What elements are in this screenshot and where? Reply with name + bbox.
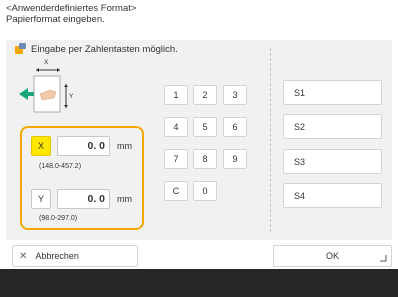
hint-text: Eingabe per Zahlentasten möglich. bbox=[31, 43, 178, 55]
key-9[interactable]: 9 bbox=[223, 149, 247, 169]
diagram-x-label: X bbox=[44, 59, 49, 66]
corner-arrow-icon bbox=[380, 254, 387, 264]
close-icon: ✕ bbox=[19, 250, 28, 262]
instruction-text: Papierformat eingeben. bbox=[6, 14, 105, 25]
hint-row: Eingabe per Zahlentasten möglich. bbox=[14, 43, 178, 55]
x-axis-button[interactable]: X bbox=[31, 136, 51, 156]
preset-s3-button[interactable]: S3 bbox=[283, 149, 382, 174]
panel-divider bbox=[270, 48, 271, 232]
y-value-field[interactable]: 0. 0 bbox=[57, 189, 110, 209]
preset-s1-button[interactable]: S1 bbox=[283, 80, 382, 105]
ok-label: OK bbox=[325, 251, 339, 261]
preset-s4-button[interactable]: S4 bbox=[283, 183, 382, 208]
key-2[interactable]: 2 bbox=[193, 85, 217, 105]
y-unit-label: mm bbox=[117, 194, 132, 204]
cancel-label: Abbrechen bbox=[35, 251, 79, 261]
y-axis-button[interactable]: Y bbox=[31, 189, 51, 209]
key-6[interactable]: 6 bbox=[223, 117, 247, 137]
format-title: <Anwenderdefiniertes Format> bbox=[6, 3, 137, 14]
x-value-field[interactable]: 0. 0 bbox=[57, 136, 110, 156]
cancel-button[interactable]: ✕ Abbrechen bbox=[12, 245, 138, 267]
key-1[interactable]: 1 bbox=[164, 85, 188, 105]
key-8[interactable]: 8 bbox=[193, 149, 217, 169]
key-3[interactable]: 3 bbox=[223, 85, 247, 105]
keypad-hint-icon bbox=[14, 43, 27, 55]
diagram-y-label: Y bbox=[69, 93, 74, 100]
x-range-label: (148.0-457.2) bbox=[39, 163, 82, 170]
preset-s2-button[interactable]: S2 bbox=[283, 114, 382, 139]
key-7[interactable]: 7 bbox=[164, 149, 188, 169]
ok-button[interactable]: OK bbox=[273, 245, 392, 267]
x-unit-label: mm bbox=[117, 141, 132, 151]
bottom-bar bbox=[0, 269, 398, 297]
key-0[interactable]: 0 bbox=[193, 181, 217, 201]
paper-diagram: X Y bbox=[17, 59, 74, 122]
key-5[interactable]: 5 bbox=[193, 117, 217, 137]
key-4[interactable]: 4 bbox=[164, 117, 188, 137]
key-clear[interactable]: C bbox=[164, 181, 188, 201]
page-header: <Anwenderdefiniertes Format> Papierforma… bbox=[6, 3, 136, 25]
y-range-label: (98.0-297.0) bbox=[39, 215, 78, 222]
